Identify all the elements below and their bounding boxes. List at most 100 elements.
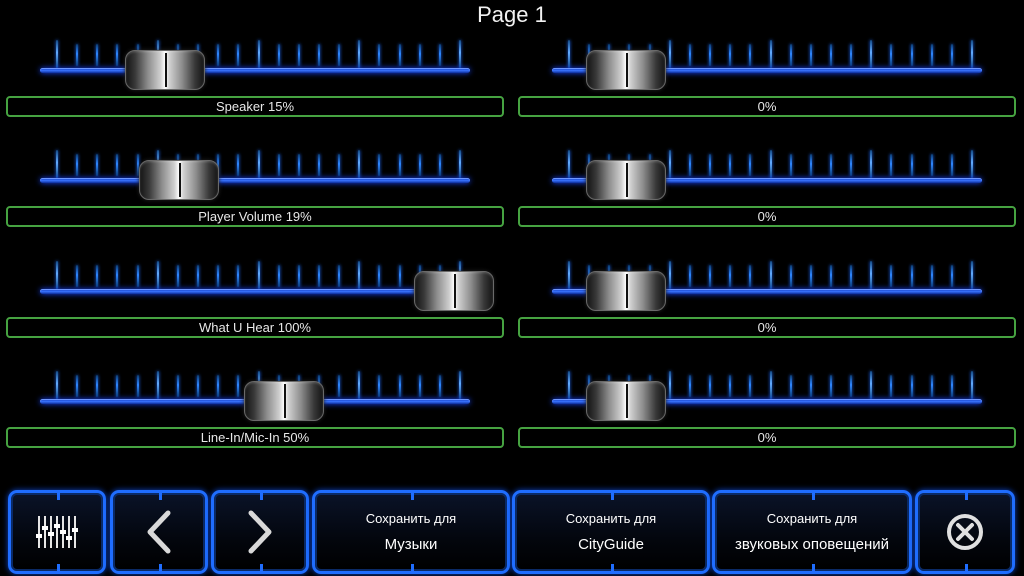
slider-tick (277, 44, 280, 66)
slider-tick (910, 44, 913, 66)
slider-ticks (56, 40, 461, 68)
slider-tick (850, 265, 853, 287)
slider-tick (56, 261, 58, 289)
slider-line-in-mic-in[interactable]: Line-In/Mic-In 50% (6, 371, 506, 495)
slider-tick (277, 265, 280, 287)
slider-label: Speaker 15% (6, 96, 504, 117)
slider-right-3[interactable]: 0% (518, 261, 1018, 385)
slider-right-2[interactable]: 0% (518, 150, 1018, 274)
slider-tick (971, 40, 973, 68)
slider-knob[interactable] (125, 50, 205, 90)
slider-track[interactable] (40, 178, 470, 183)
save-button-label: Сохранить для (766, 511, 858, 526)
slider-tick (769, 40, 772, 68)
slider-label: What U Hear 100% (6, 317, 504, 338)
slider-tick (709, 44, 712, 66)
slider-tick (96, 375, 99, 397)
slider-tick (950, 265, 953, 287)
slider-tick (789, 44, 792, 66)
slider-tick (237, 154, 240, 176)
slider-tick (398, 265, 401, 287)
slider-tick (769, 261, 772, 289)
slider-label: 0% (518, 427, 1016, 448)
slider-tick (568, 261, 570, 289)
slider-tick (850, 44, 853, 66)
slider-knob[interactable] (138, 160, 219, 200)
slider-tick (116, 375, 119, 397)
slider-tick (850, 375, 853, 397)
slider-tick (729, 375, 732, 397)
slider-tick (438, 375, 441, 397)
slider-tick (297, 154, 300, 176)
slider-tick (96, 44, 99, 66)
slider-tick (568, 40, 570, 68)
slider-tick (338, 44, 341, 66)
slider-tick (749, 375, 752, 397)
slider-tick (378, 265, 381, 287)
save-for-cityguide-button[interactable]: Сохранить для CityGuide (512, 490, 710, 574)
slider-ticks (56, 261, 461, 289)
slider-tick (176, 375, 179, 397)
slider-tick (56, 371, 58, 399)
slider-tick (749, 44, 752, 66)
slider-right-1[interactable]: 0% (518, 40, 1018, 164)
slider-tick (438, 154, 441, 176)
slider-tick (237, 375, 240, 397)
slider-tick (950, 44, 953, 66)
slider-tick (870, 40, 873, 68)
slider-tick (910, 265, 913, 287)
slider-tick (237, 44, 240, 66)
slider-tick (197, 265, 200, 287)
slider-tick (950, 154, 953, 176)
save-for-alerts-button[interactable]: Сохранить для звуковых оповещений (712, 490, 912, 574)
mixer-button[interactable] (8, 490, 106, 574)
slider-tick (688, 44, 691, 66)
slider-tick (809, 375, 812, 397)
slider-tick (769, 150, 772, 178)
slider-tick (789, 265, 792, 287)
slider-knob[interactable] (586, 160, 666, 200)
slider-knob[interactable] (244, 381, 324, 421)
slider-tick (709, 265, 712, 287)
slider-tick (789, 154, 792, 176)
slider-tick (76, 44, 79, 66)
save-for-music-button[interactable]: Сохранить для Музыки (312, 490, 510, 574)
save-button-target: Музыки (384, 536, 438, 553)
next-page-button[interactable] (211, 490, 309, 574)
slider-track[interactable] (40, 68, 470, 73)
slider-tick (217, 375, 220, 397)
slider-track[interactable] (40, 289, 470, 294)
slider-tick (769, 371, 772, 399)
slider-tick (438, 44, 441, 66)
close-circle-icon (947, 514, 983, 550)
slider-player-volume[interactable]: Player Volume 19% (6, 150, 506, 274)
slider-tick (378, 375, 381, 397)
close-button[interactable] (915, 490, 1015, 574)
slider-tick (217, 265, 220, 287)
slider-tick (829, 154, 832, 176)
save-button-label: Сохранить для (565, 511, 657, 526)
slider-tick (971, 371, 973, 399)
slider-tick (76, 265, 79, 287)
slider-tick (459, 150, 461, 178)
slider-speaker[interactable]: Speaker 15% (6, 40, 506, 164)
slider-tick (729, 265, 732, 287)
slider-tick (688, 154, 691, 176)
slider-knob[interactable] (414, 271, 494, 311)
slider-tick (709, 375, 712, 397)
slider-tick (829, 375, 832, 397)
slider-tick (709, 154, 712, 176)
slider-knob[interactable] (586, 50, 666, 90)
previous-page-button[interactable] (110, 490, 208, 574)
slider-right-4[interactable]: 0% (518, 371, 1018, 495)
slider-tick (378, 44, 381, 66)
slider-tick (749, 265, 752, 287)
slider-tick (668, 40, 671, 68)
slider-knob[interactable] (586, 381, 666, 421)
slider-label: Line-In/Mic-In 50% (6, 427, 504, 448)
slider-tick (930, 154, 933, 176)
slider-tick (116, 265, 119, 287)
slider-tick (749, 154, 752, 176)
slider-what-u-hear[interactable]: What U Hear 100% (6, 261, 506, 385)
slider-knob[interactable] (586, 271, 666, 311)
